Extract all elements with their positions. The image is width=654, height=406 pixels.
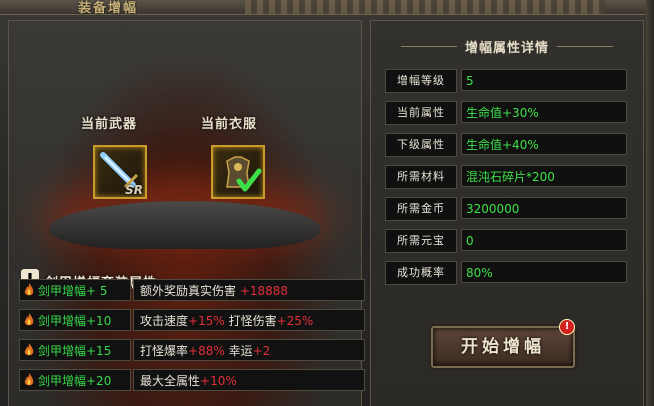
detail-key: 所需金币 — [385, 197, 457, 221]
weapon-slot[interactable]: SR — [93, 145, 147, 199]
detail-panel: 增幅属性详情 增幅等级 5 当前属性 生命值+30% 下级属性 生命值+40% 所需材料 混沌… — [370, 20, 644, 406]
set-tier-cell: 剑甲增幅+20 — [19, 369, 131, 391]
set-tier-cell: 剑甲增幅+ 5 — [19, 279, 131, 301]
set-tier-name: 剑甲增幅+10 — [38, 314, 112, 328]
detail-key: 所需元宝 — [385, 229, 457, 253]
title-ornament-right — [557, 46, 613, 47]
detail-row: 下级属性 生命值+40% — [385, 133, 629, 157]
detail-row: 当前属性 生命值+30% — [385, 101, 629, 125]
window-edge — [646, 0, 654, 406]
start-enhance-button[interactable]: 开始增幅 — [431, 326, 575, 368]
detail-value: 80% — [461, 261, 627, 283]
set-bonus-text: 打怪爆率+88% 幸运+2 — [140, 342, 270, 359]
window-title: 装备增幅 — [78, 1, 139, 16]
set-tier-cell: 剑甲增幅+15 — [19, 339, 131, 361]
set-bonus-row: 剑甲增幅+20 最大全属性+10% — [19, 369, 365, 391]
detail-value: 0 — [461, 229, 627, 251]
detail-value: 生命值+30% — [461, 101, 627, 123]
set-tier-name: 剑甲增幅+20 — [38, 374, 112, 388]
bonus-value: +2 — [252, 344, 271, 358]
weapon-slot-label: 当前武器 — [81, 117, 138, 132]
flame-icon — [24, 313, 34, 326]
bonus-value: +88% — [188, 344, 225, 358]
bonus-value: +10% — [200, 374, 237, 388]
set-bonus-row: 剑甲增幅+15 打怪爆率+88% 幸运+2 — [19, 339, 365, 361]
left-panel: 当前武器 当前衣服 SR ! 剑甲增幅套装属性 剑甲增幅+ 5额外奖励真实伤害 … — [8, 20, 365, 406]
set-bonus-cell: 额外奖励真实伤害 +18888 — [133, 279, 365, 301]
detail-row: 所需材料 混沌石碎片*200 — [385, 165, 629, 189]
armor-slot-label: 当前衣服 — [201, 117, 258, 132]
detail-value: 生命值+40% — [461, 133, 627, 155]
enhance-window: 装备增幅 当前武器 当前衣服 SR ! 剑甲增幅套装属性 — [0, 0, 654, 406]
bonus-label: 打怪伤害 — [224, 314, 277, 328]
title-bar-ornament — [245, 0, 605, 14]
set-bonus-text: 额外奖励真实伤害 +18888 — [140, 282, 288, 299]
detail-value: 混沌石碎片*200 — [461, 165, 627, 187]
set-bonus-row: 剑甲增幅+10 攻击速度+15% 打怪伤害+25% — [19, 309, 365, 331]
detail-row: 成功概率 80% — [385, 261, 629, 285]
detail-key: 成功概率 — [385, 261, 457, 285]
armor-slot[interactable] — [211, 145, 265, 199]
detail-key: 当前属性 — [385, 101, 457, 125]
bonus-label: 幸运 — [224, 344, 253, 358]
flame-icon — [24, 343, 34, 356]
bonus-value: +18888 — [239, 284, 289, 298]
bonus-label: 打怪爆率 — [140, 344, 189, 358]
detail-row: 所需金币 3200000 — [385, 197, 629, 221]
set-tier-name: 剑甲增幅+ 5 — [38, 284, 108, 298]
bonus-label: 最大全属性 — [140, 374, 201, 388]
bonus-value: +15% — [188, 314, 225, 328]
alert-badge: ! — [559, 319, 575, 335]
bonus-label: 额外奖励真实伤害 — [140, 284, 240, 298]
detail-key: 下级属性 — [385, 133, 457, 157]
flame-icon — [24, 373, 34, 386]
set-bonus-cell: 打怪爆率+88% 幸运+2 — [133, 339, 365, 361]
set-bonus-text: 最大全属性+10% — [140, 372, 237, 389]
detail-value: 3200000 — [461, 197, 627, 219]
set-tier-cell: 剑甲增幅+10 — [19, 309, 131, 331]
set-bonus-row: 剑甲增幅+ 5 额外奖励真实伤害 +18888 — [19, 279, 365, 301]
flame-icon — [24, 283, 34, 296]
rarity-badge: SR — [125, 183, 143, 197]
set-bonus-text: 攻击速度+15% 打怪伤害+25% — [140, 312, 313, 329]
checkmark-icon — [236, 168, 262, 192]
set-tier-name: 剑甲增幅+15 — [38, 344, 112, 358]
detail-value: 5 — [461, 69, 627, 91]
detail-row: 所需元宝 0 — [385, 229, 629, 253]
detail-key: 增幅等级 — [385, 69, 457, 93]
title-bar: 装备增幅 — [0, 0, 654, 16]
set-bonus-cell: 攻击速度+15% 打怪伤害+25% — [133, 309, 365, 331]
forge-anvil — [49, 201, 321, 249]
bonus-label: 攻击速度 — [140, 314, 189, 328]
bonus-value: +25% — [276, 314, 314, 328]
detail-key: 所需材料 — [385, 165, 457, 189]
set-bonus-cell: 最大全属性+10% — [133, 369, 365, 391]
detail-row: 增幅等级 5 — [385, 69, 629, 93]
